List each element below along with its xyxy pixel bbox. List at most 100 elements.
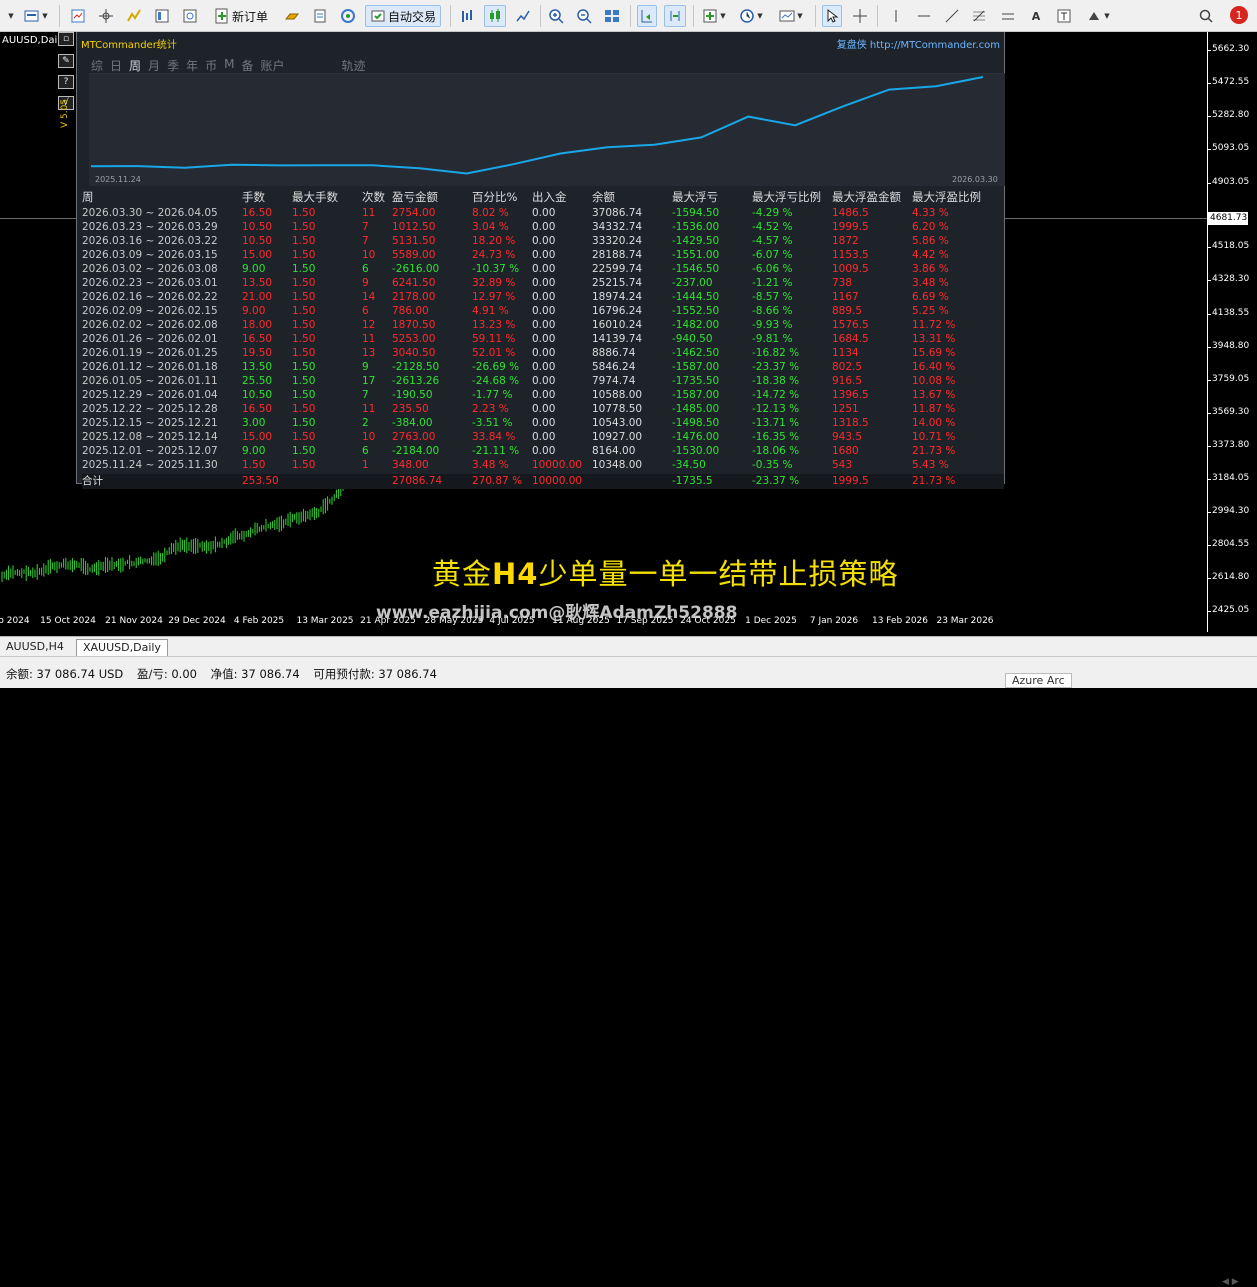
- line-chart-icon[interactable]: [513, 5, 533, 27]
- x-tick-label: 15 Oct 2024: [40, 616, 96, 626]
- table-cell: -24.68 %: [472, 375, 520, 387]
- table-cell: 1.50: [292, 291, 316, 303]
- text-icon[interactable]: A: [1026, 5, 1046, 27]
- table-cell: 3.04 %: [472, 221, 509, 233]
- table-cell: 0.00: [532, 361, 556, 373]
- table-row: 2025.12.29 ~ 2026.01.04 10.50 1.50 7 -190.50…: [82, 388, 1004, 402]
- table-cell: 10588.00: [592, 389, 643, 401]
- table-cell: 6241.50: [392, 277, 436, 289]
- terminal-icon[interactable]: [180, 5, 200, 27]
- panel-help-icon[interactable]: ?: [58, 75, 74, 89]
- table-cell: 786.00: [392, 305, 429, 317]
- table-cell: 0.00: [532, 389, 556, 401]
- crosshair-move-icon[interactable]: [96, 5, 116, 27]
- profiles-icon[interactable]: ▼: [22, 5, 50, 27]
- gold-bar-icon[interactable]: [282, 5, 302, 27]
- zoom-out-icon[interactable]: [574, 5, 594, 27]
- table-cell: 1.50: [292, 347, 316, 359]
- arrows-icon[interactable]: ▼: [1082, 5, 1114, 27]
- table-cell: 1153.5: [832, 249, 869, 261]
- table-cell: 22599.74: [592, 263, 643, 275]
- table-cell: 17: [362, 375, 376, 387]
- table-cell: 21.00: [242, 291, 273, 303]
- tab-xauusd-daily[interactable]: XAUUSD,Daily: [76, 639, 168, 656]
- auto-trading-button[interactable]: 自动交易: [365, 5, 441, 27]
- taskbar-azure-arc[interactable]: Azure Arc: [1005, 673, 1072, 688]
- table-cell: 12: [362, 319, 376, 331]
- new-chart-icon[interactable]: [68, 5, 88, 27]
- table-cell: 1.50: [292, 403, 316, 415]
- history-icon[interactable]: [310, 5, 330, 27]
- table-cell: -1444.50: [672, 291, 720, 303]
- indicators-icon[interactable]: ▼: [699, 5, 729, 27]
- table-cell: 1.50: [292, 389, 316, 401]
- table-cell: 2025.12.29 ~ 2026.01.04: [82, 389, 218, 401]
- tile-windows-icon[interactable]: [602, 5, 622, 27]
- y-tick-label: 5662.30: [1206, 44, 1250, 54]
- table-cell: 1.50: [292, 305, 316, 317]
- brand-url[interactable]: http://MTCommander.com: [870, 40, 1000, 51]
- panel-brand: 复盘侠 http://MTCommander.com: [837, 36, 1000, 51]
- notification-badge[interactable]: 1: [1230, 6, 1248, 24]
- table-cell: 18974.24: [592, 291, 643, 303]
- table-cell: 8886.74: [592, 347, 636, 359]
- brand-name: 复盘侠: [836, 40, 867, 51]
- table-cell: 1.50: [292, 277, 316, 289]
- periods-icon[interactable]: ▼: [736, 5, 766, 27]
- fibonacci-icon[interactable]: [968, 5, 990, 27]
- table-cell: 1999.5: [832, 221, 869, 233]
- table-cell: 10.08 %: [912, 375, 956, 387]
- table-cell: -3.51 %: [472, 417, 513, 429]
- text-label-icon[interactable]: [1054, 5, 1074, 27]
- table-cell: 2026.01.12 ~ 2026.01.18: [82, 361, 218, 373]
- table-cell: 1.50: [292, 235, 316, 247]
- table-row: 2026.03.23 ~ 2026.03.29 10.50 1.50 7 1012.50…: [82, 220, 1004, 234]
- table-cell: 7: [362, 389, 369, 401]
- table-cell: 543: [832, 459, 853, 471]
- column-header: 百分比%: [472, 190, 518, 204]
- table-cell: -1587.00: [672, 361, 720, 373]
- table-cell: 2178.00: [392, 291, 436, 303]
- horizontal-line-icon[interactable]: [914, 5, 934, 27]
- bar-chart-icon[interactable]: [457, 5, 477, 27]
- table-cell: 37086.74: [592, 207, 643, 219]
- auto-scroll-icon[interactable]: [637, 5, 657, 27]
- cursor-icon[interactable]: [822, 5, 842, 27]
- table-cell: 3040.50: [392, 347, 436, 359]
- table-cell: -384.00: [392, 417, 433, 429]
- equity-curve-line: [90, 76, 984, 175]
- vertical-line-icon[interactable]: [886, 5, 906, 27]
- candlestick-icon[interactable]: [484, 5, 506, 27]
- table-cell: -2613.26: [392, 375, 440, 387]
- x-tick-label: 4 Feb 2025: [233, 616, 285, 626]
- table-row: 2025.12.08 ~ 2025.12.14 15.00 1.50 10 2763.0…: [82, 430, 1004, 444]
- market-watch-icon[interactable]: [124, 5, 144, 27]
- table-row: 2026.02.02 ~ 2026.02.08 18.00 1.50 12 1870.5…: [82, 318, 1004, 332]
- signal-icon[interactable]: [338, 5, 358, 27]
- column-header: 周: [82, 190, 94, 204]
- tab-scroll-arrows[interactable]: ◀ ▶: [1222, 1277, 1239, 1287]
- table-row: 2026.01.26 ~ 2026.02.01 16.50 1.50 11 5253.0…: [82, 332, 1004, 346]
- crosshair-icon[interactable]: [850, 5, 870, 27]
- dropdown-arrow-icon[interactable]: ▼: [2, 5, 18, 27]
- search-icon[interactable]: [1197, 5, 1215, 27]
- chart-shift-icon[interactable]: [664, 5, 686, 27]
- table-cell: -18.06 %: [752, 445, 800, 457]
- trendline-icon[interactable]: [942, 5, 962, 27]
- table-cell: -1551.00: [672, 249, 720, 261]
- zoom-in-icon[interactable]: [546, 5, 566, 27]
- panel-settings-icon[interactable]: ✎: [58, 54, 74, 68]
- table-cell: -21.11 %: [472, 445, 520, 457]
- table-cell: -2616.00: [392, 263, 440, 275]
- panel-title: MTCommander统计: [81, 40, 177, 51]
- new-order-button[interactable]: 新订单: [206, 5, 276, 27]
- navigator-icon[interactable]: [152, 5, 172, 27]
- templates-icon[interactable]: ▼: [776, 5, 806, 27]
- channel-icon[interactable]: [998, 5, 1018, 27]
- tab-auusd-h4[interactable]: AUUSD,H4: [0, 639, 70, 656]
- table-cell: -9.81 %: [752, 333, 793, 345]
- panel-close-icon[interactable]: ▫: [58, 32, 74, 46]
- table-cell: 13.50: [242, 361, 273, 373]
- table-cell: -9.93 %: [752, 319, 793, 331]
- table-cell: 11.87 %: [912, 403, 956, 415]
